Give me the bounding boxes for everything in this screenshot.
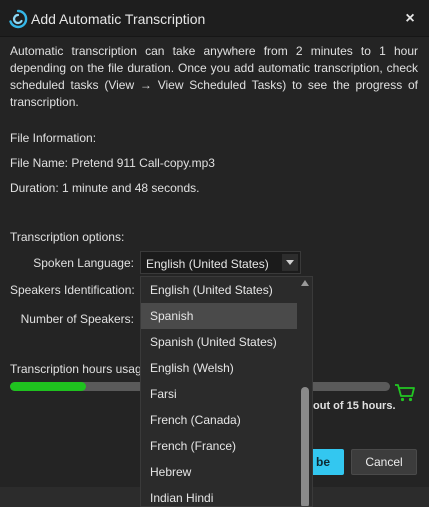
spoken-language-label: Spoken Language: (33, 256, 134, 270)
close-icon[interactable]: × (399, 9, 421, 29)
usage-hours-text: out of 15 hours. (313, 400, 396, 412)
language-option[interactable]: English (Welsh) (141, 355, 297, 381)
language-option[interactable]: Hebrew (141, 459, 297, 485)
cancel-button[interactable]: Cancel (351, 449, 417, 475)
language-option[interactable]: Indian Hindi (141, 485, 297, 506)
usage-label: Transcription hours usag (10, 362, 142, 376)
number-of-speakers-label: Number of Speakers: (20, 312, 134, 326)
scrollbar-thumb[interactable] (301, 387, 309, 506)
title-bar: Add Automatic Transcription × (0, 0, 429, 37)
scroll-up-arrow-icon[interactable] (301, 280, 309, 286)
language-option[interactable]: Spanish (141, 303, 297, 329)
language-option[interactable]: Spanish (United States) (141, 329, 297, 355)
dropdown-button[interactable] (282, 254, 298, 271)
language-option[interactable]: Farsi (141, 381, 297, 407)
language-dropdown-list[interactable]: English (United States) Spanish Spanish … (140, 276, 313, 507)
language-option[interactable]: French (France) (141, 433, 297, 459)
chevron-down-icon (286, 260, 294, 265)
file-name-text: File Name: Pretend 911 Call-copy.mp3 (10, 156, 215, 170)
duration-text: Duration: 1 minute and 48 seconds. (10, 181, 200, 195)
dropdown-scrollbar[interactable] (298, 277, 312, 506)
usage-progress-fill (10, 382, 86, 391)
dialog-title: Add Automatic Transcription (31, 11, 206, 27)
speakers-identification-label: Speakers Identification: (10, 283, 135, 297)
spoken-language-value: English (United States) (146, 257, 269, 271)
shopping-cart-icon[interactable] (394, 383, 416, 403)
file-info-heading: File Information: (10, 131, 97, 145)
language-option[interactable]: English (United States) (141, 277, 297, 303)
language-option[interactable]: French (Canada) (141, 407, 297, 433)
spoken-language-select[interactable]: English (United States) (140, 251, 301, 274)
transcription-logo-icon (9, 9, 28, 29)
intro-text: Automatic transcription can take anywher… (10, 44, 418, 109)
transcription-options-heading: Transcription options: (10, 230, 125, 244)
